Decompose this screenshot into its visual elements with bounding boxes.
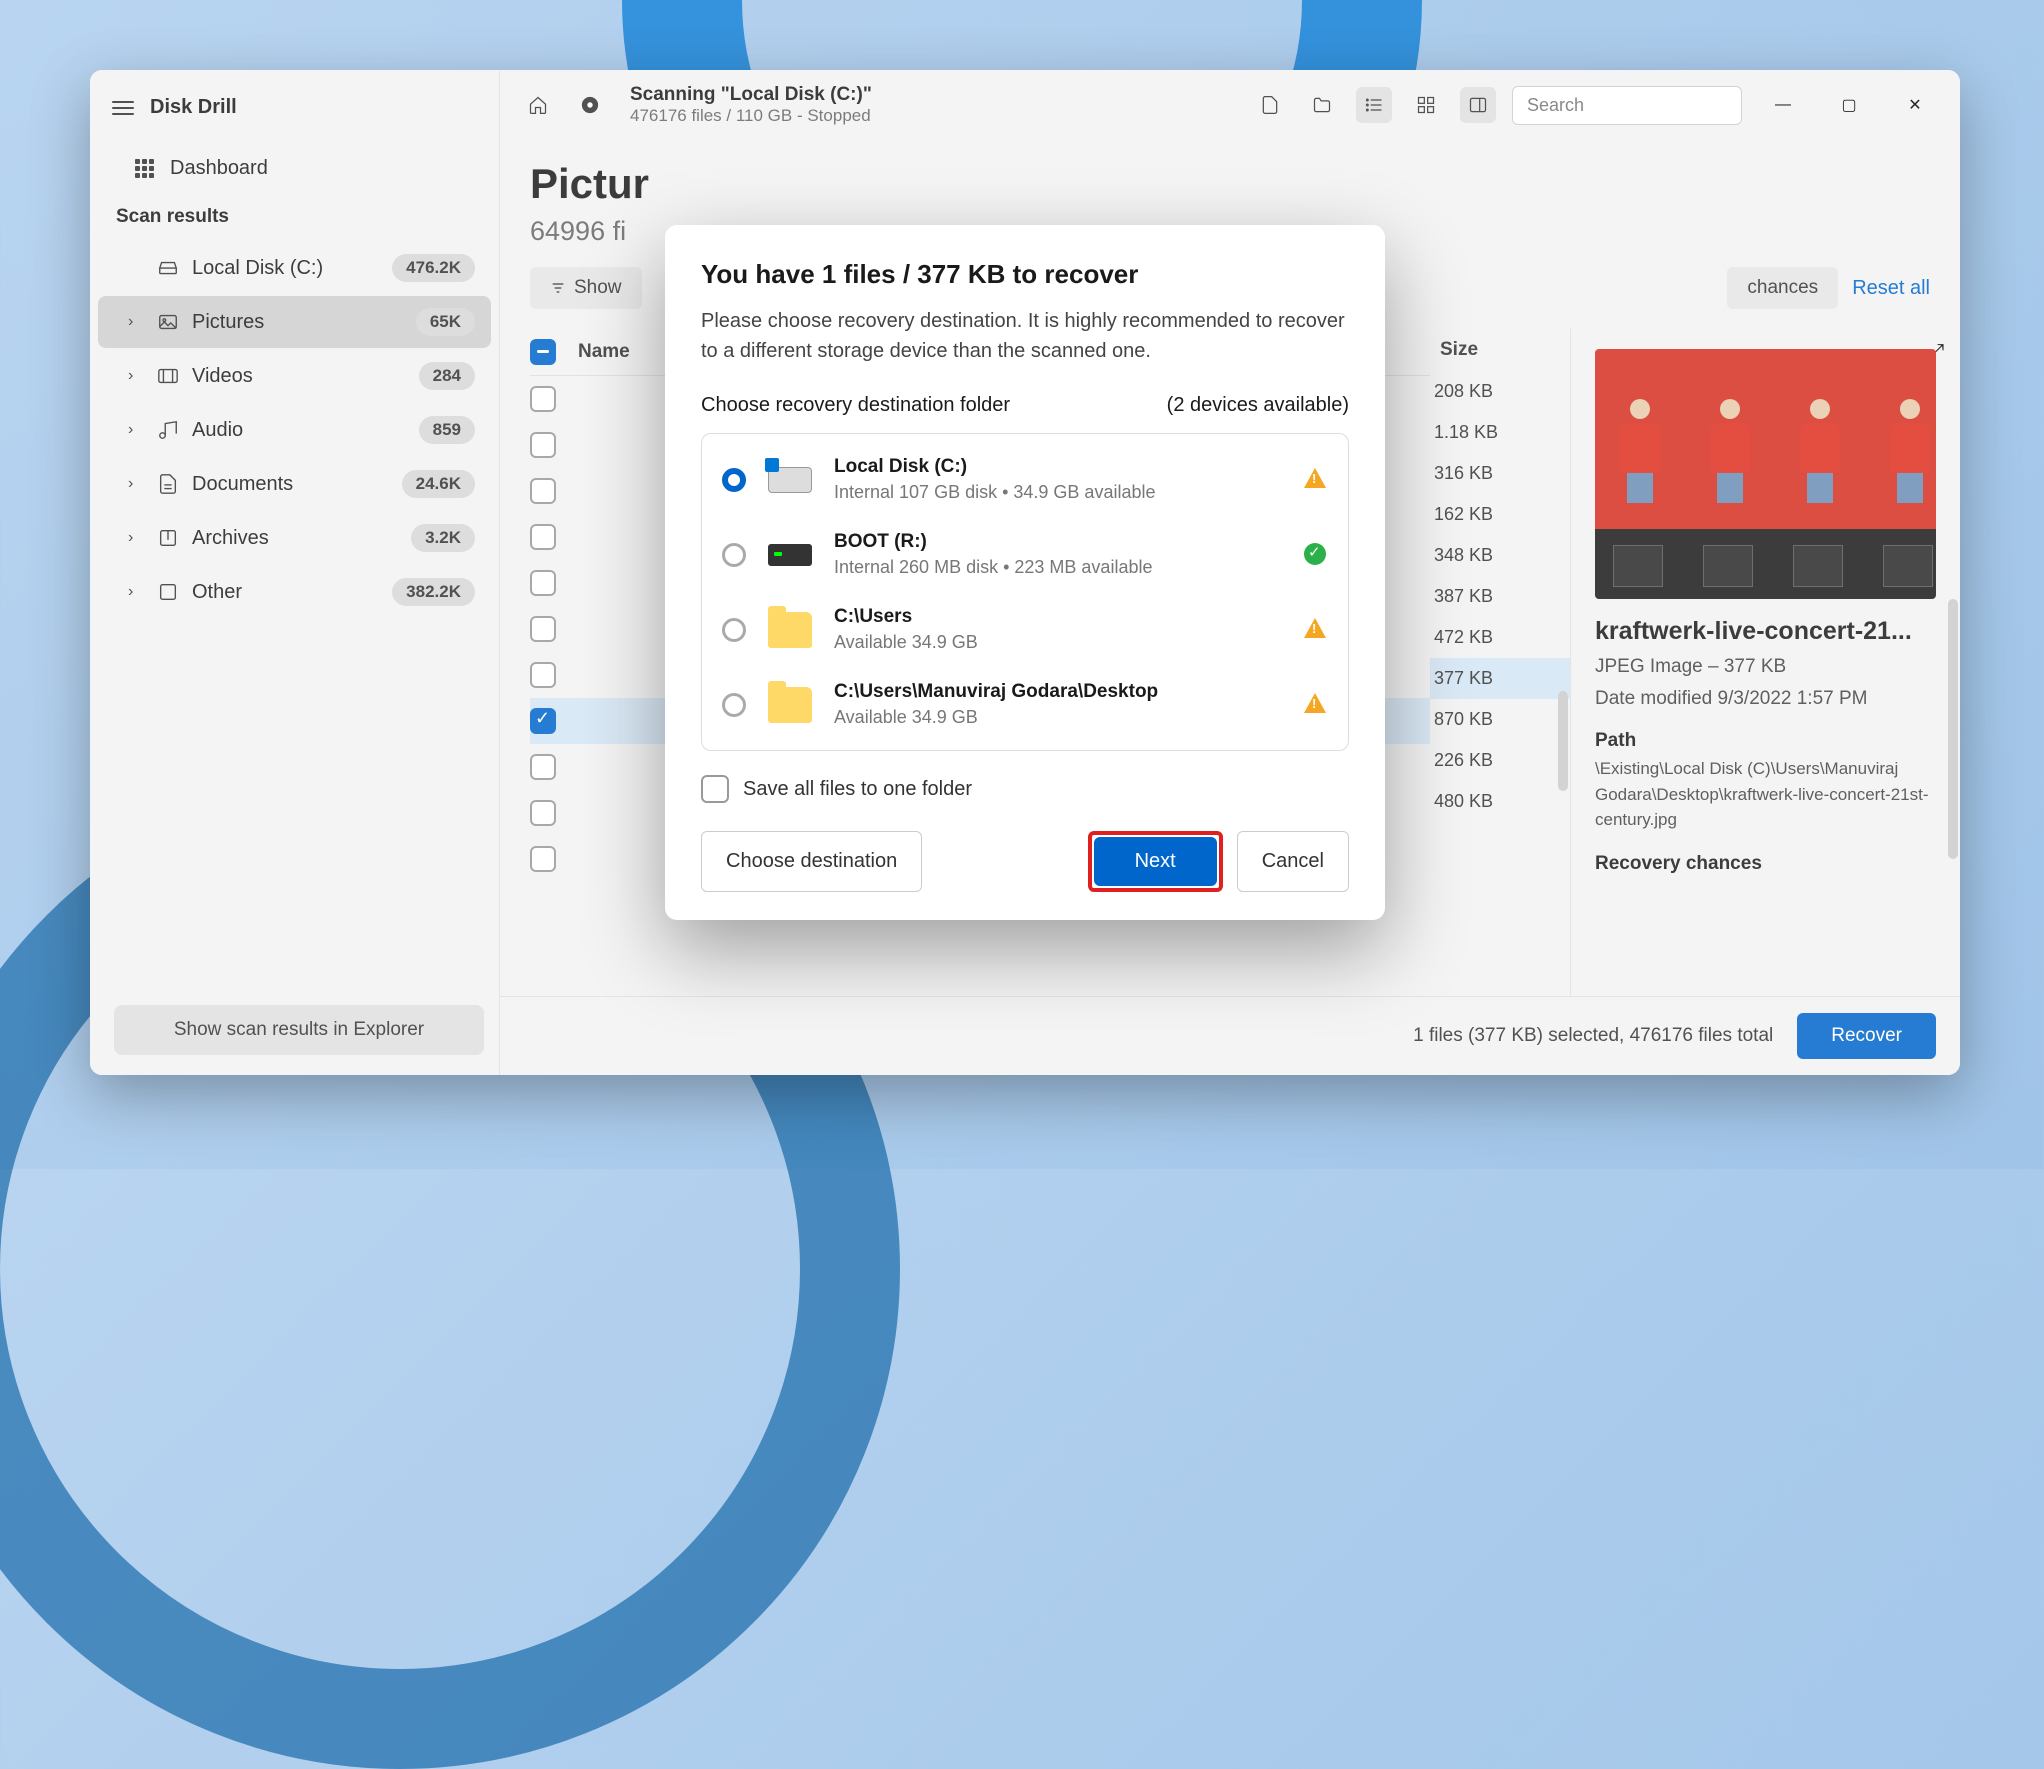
destination-icon [766,685,814,725]
dialog-text: Please choose recovery destination. It i… [701,306,1349,366]
next-button-highlight: Next [1088,831,1223,892]
modal-overlay: You have 1 files / 377 KB to recover Ple… [90,70,1960,1075]
destination-icon [766,610,814,650]
destination-icon [766,535,814,575]
destination-list: Local Disk (C:)Internal 107 GB disk • 34… [701,433,1349,751]
destination-option[interactable]: BOOT (R:)Internal 260 MB disk • 223 MB a… [702,517,1348,592]
next-button[interactable]: Next [1094,837,1217,886]
dialog-title: You have 1 files / 377 KB to recover [701,259,1349,290]
destination-option[interactable]: C:\Users\Manuviraj Godara\DesktopAvailab… [702,667,1348,742]
destination-radio[interactable] [722,693,746,717]
destination-radio[interactable] [722,543,746,567]
save-one-folder-option[interactable]: Save all files to one folder [701,775,1349,803]
save-one-folder-checkbox[interactable] [701,775,729,803]
destination-radio[interactable] [722,468,746,492]
recovery-dialog: You have 1 files / 377 KB to recover Ple… [665,225,1385,920]
warning-icon [1304,693,1326,713]
choose-destination-button[interactable]: Choose destination [701,831,922,892]
warning-icon [1304,468,1326,488]
choose-destination-label: Choose recovery destination folder [701,394,1010,417]
devices-available: (2 devices available) [1167,394,1349,417]
cancel-button[interactable]: Cancel [1237,831,1349,892]
ok-icon [1304,543,1326,565]
destination-icon [766,460,814,500]
destination-option[interactable]: C:\UsersAvailable 34.9 GB [702,592,1348,667]
destination-radio[interactable] [722,618,746,642]
destination-option[interactable]: Local Disk (C:)Internal 107 GB disk • 34… [702,442,1348,517]
warning-icon [1304,618,1326,638]
